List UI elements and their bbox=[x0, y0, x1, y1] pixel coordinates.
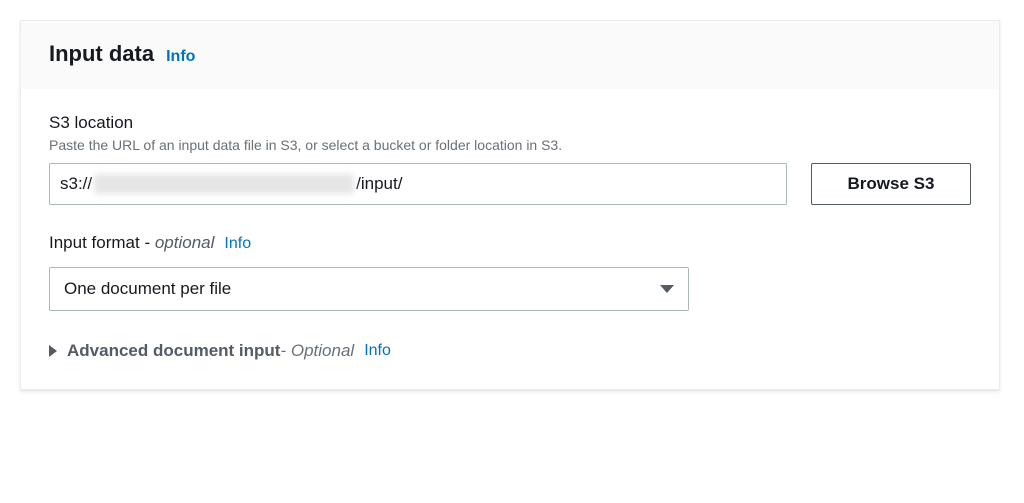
info-link-advanced[interactable]: Info bbox=[364, 342, 391, 360]
input-format-label: Input format - optional bbox=[49, 233, 214, 253]
s3-location-field: S3 location Paste the URL of an input da… bbox=[49, 113, 971, 205]
input-format-selected-value: One document per file bbox=[64, 279, 231, 299]
info-link-input-format[interactable]: Info bbox=[224, 235, 251, 253]
advanced-optional-hyphen: - bbox=[280, 341, 290, 360]
browse-s3-button[interactable]: Browse S3 bbox=[811, 163, 971, 205]
chevron-down-icon bbox=[660, 285, 674, 293]
s3-redacted-bucket bbox=[94, 174, 354, 194]
panel-header: Input data Info bbox=[21, 21, 999, 89]
caret-right-icon bbox=[49, 345, 57, 357]
advanced-document-input-toggle[interactable]: Advanced document input- Optional Info bbox=[49, 341, 971, 361]
optional-hyphen: - bbox=[144, 233, 154, 252]
info-link-header[interactable]: Info bbox=[166, 48, 195, 66]
input-format-optional-tag: optional bbox=[155, 233, 215, 252]
s3-location-label: S3 location bbox=[49, 113, 971, 133]
s3-location-description: Paste the URL of an input data file in S… bbox=[49, 137, 971, 153]
input-format-label-text: Input format bbox=[49, 233, 140, 252]
input-format-field: Input format - optional Info One documen… bbox=[49, 233, 971, 311]
s3-input-row: s3:// /input/ Browse S3 bbox=[49, 163, 971, 205]
advanced-label-strong: Advanced document input bbox=[67, 341, 280, 360]
advanced-label: Advanced document input- Optional bbox=[67, 341, 354, 361]
s3-prefix-text: s3:// bbox=[60, 174, 92, 194]
input-format-label-row: Input format - optional Info bbox=[49, 233, 971, 257]
input-format-select[interactable]: One document per file bbox=[49, 267, 689, 311]
s3-suffix-text: /input/ bbox=[356, 174, 402, 194]
input-data-panel: Input data Info S3 location Paste the UR… bbox=[20, 20, 1000, 390]
panel-body: S3 location Paste the URL of an input da… bbox=[21, 89, 999, 389]
advanced-optional-tag: Optional bbox=[291, 341, 354, 360]
s3-location-input[interactable]: s3:// /input/ bbox=[49, 163, 787, 205]
panel-title: Input data bbox=[49, 41, 154, 67]
